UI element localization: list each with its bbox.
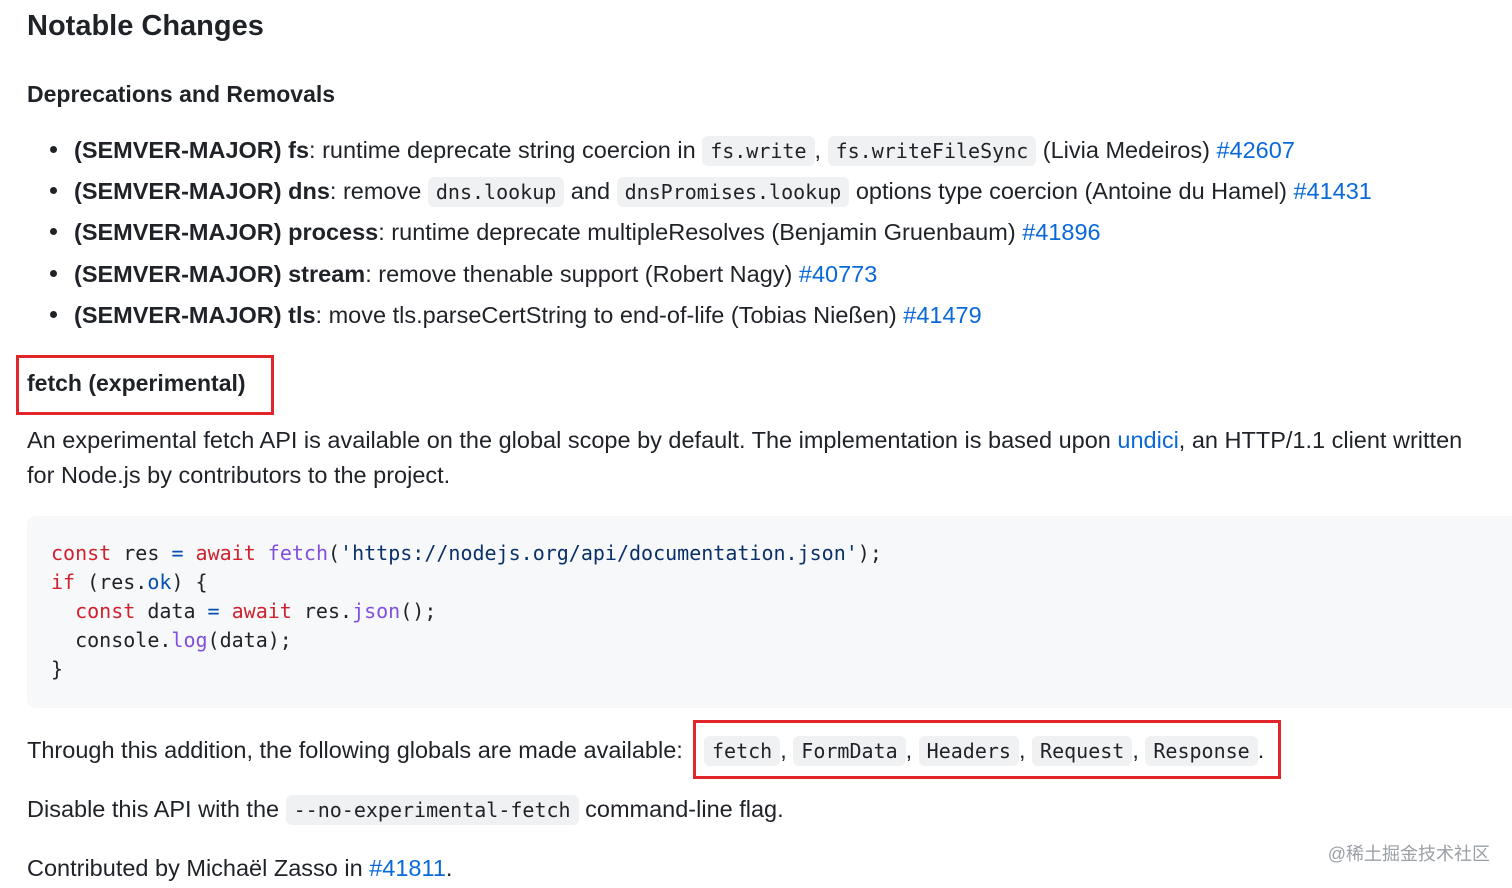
watermark: @稀土掘金技术社区 — [1327, 844, 1490, 864]
separator: and — [564, 178, 617, 204]
code-line: console.log(data); — [51, 626, 292, 655]
pr-link[interactable]: #42607 — [1216, 137, 1294, 163]
code-line: if (res.ok) { — [51, 568, 208, 597]
list-item: (SEMVER-MAJOR) dns: remove dns.lookup an… — [50, 175, 1372, 207]
code-token: console. — [51, 628, 172, 652]
flag-code: --no-experimental-fetch — [285, 795, 579, 825]
disable-text: command-line flag. — [578, 796, 784, 822]
inline-code: dns.lookup — [427, 177, 565, 207]
change-tag: (SEMVER-MAJOR) dns — [74, 178, 330, 204]
inline-code: dnsPromises.lookup — [616, 177, 850, 207]
global-request: Request — [1032, 736, 1133, 766]
fetch-description-line1: An experimental fetch API is available o… — [27, 424, 1462, 456]
separator: , — [905, 737, 913, 763]
list-item: (SEMVER-MAJOR) stream: remove thenable s… — [50, 258, 877, 290]
separator: , — [814, 137, 822, 163]
code-line: const data = await res.json(); — [51, 597, 436, 626]
change-text: : runtime deprecate string coercion in — [309, 137, 703, 163]
code-keyword: await — [219, 599, 292, 623]
undici-link[interactable]: undici — [1117, 427, 1178, 453]
disable-line: Disable this API with the --no-experimen… — [27, 793, 784, 826]
code-token: (); — [400, 599, 437, 623]
globals-list: fetch, FormData, Headers, Request, Respo… — [704, 734, 1264, 767]
change-tag: (SEMVER-MAJOR) tls — [74, 302, 316, 328]
code-line: } — [51, 657, 64, 681]
bullet-dot — [50, 228, 57, 236]
code-token: ( — [327, 541, 341, 565]
code-keyword: const — [51, 541, 112, 565]
code-function: log — [171, 628, 208, 652]
separator: , — [1018, 737, 1026, 763]
global-response: Response — [1145, 736, 1258, 766]
code-operator: = — [207, 599, 220, 623]
code-keyword: if — [51, 570, 76, 594]
code-line: const res = await fetch('https://nodejs.… — [51, 539, 882, 568]
disable-text: Disable this API with the — [27, 796, 286, 822]
inline-code: fs.write — [702, 136, 815, 166]
code-token: (data); — [207, 628, 292, 652]
bullet-dot — [50, 146, 57, 154]
change-text: : move tls.parseCertString to end-of-lif… — [315, 302, 904, 328]
global-headers: Headers — [918, 736, 1019, 766]
code-token: ); — [857, 541, 882, 565]
list-item: (SEMVER-MAJOR) fs: runtime deprecate str… — [50, 134, 1295, 166]
change-tag: (SEMVER-MAJOR) fs — [74, 137, 310, 163]
bullet-dot — [50, 187, 57, 195]
bullet-dot — [50, 270, 57, 278]
description-text: , an HTTP/1.1 client written — [1178, 427, 1463, 453]
pr-link[interactable]: #41811 — [369, 855, 446, 881]
section-heading-fetch: fetch (experimental) — [27, 370, 246, 396]
code-operator: = — [171, 541, 184, 565]
globals-intro: Through this addition, the following glo… — [27, 737, 683, 763]
period: . — [1257, 737, 1265, 763]
page-title: Notable Changes — [27, 10, 264, 42]
separator: , — [780, 737, 787, 763]
code-keyword: const — [51, 599, 136, 623]
code-keyword: await — [183, 541, 256, 565]
code-token: res — [111, 541, 172, 565]
pr-link[interactable]: #41896 — [1022, 219, 1100, 245]
code-string: 'https://nodejs.org/api/documentation.js… — [340, 541, 858, 565]
pr-link[interactable]: #40773 — [799, 261, 877, 287]
author: options type coercion (Antoine du Hamel) — [849, 178, 1294, 204]
author: (Livia Medeiros) — [1036, 137, 1217, 163]
change-tag: (SEMVER-MAJOR) stream — [74, 261, 366, 287]
inline-code: fs.writeFileSync — [827, 136, 1037, 166]
change-text: : remove — [329, 178, 428, 204]
list-item: (SEMVER-MAJOR) process: runtime deprecat… — [50, 216, 1101, 248]
code-token: res. — [291, 599, 353, 623]
list-item: (SEMVER-MAJOR) tls: move tls.parseCertSt… — [50, 299, 982, 331]
bullet-dot — [50, 311, 57, 319]
code-property: ok — [147, 570, 172, 594]
contributed-line: Contributed by Michaël Zasso in #41811. — [27, 852, 452, 884]
code-token: (res. — [75, 570, 148, 594]
contributed-text: Contributed by Michaël Zasso in — [27, 855, 370, 881]
pr-link[interactable]: #41431 — [1293, 178, 1371, 204]
code-token: data — [135, 599, 208, 623]
separator: , — [1132, 737, 1139, 763]
code-function: fetch — [255, 541, 328, 565]
fetch-description-line2: for Node.js by contributors to the proje… — [27, 462, 451, 488]
global-fetch: fetch — [704, 736, 781, 766]
code-function: json — [352, 599, 401, 623]
section-heading-deprecations: Deprecations and Removals — [27, 81, 336, 107]
global-formdata: FormData — [793, 736, 906, 766]
change-text: : runtime deprecate multipleResolves (Be… — [378, 219, 1023, 245]
description-text: An experimental fetch API is available o… — [27, 427, 1118, 453]
pr-link[interactable]: #41479 — [903, 302, 981, 328]
code-token: ) { — [171, 570, 208, 594]
period: . — [445, 855, 453, 881]
change-tag: (SEMVER-MAJOR) process — [74, 219, 379, 245]
change-text: : remove thenable support (Robert Nagy) — [365, 261, 799, 287]
